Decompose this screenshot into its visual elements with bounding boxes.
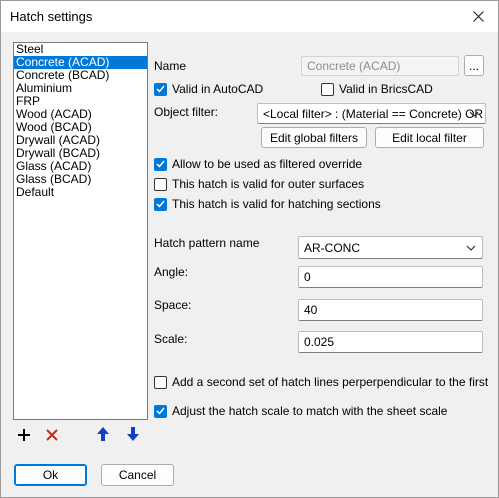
hatch-pattern-select[interactable]: AR-CONC [298, 236, 483, 259]
object-filter-label: Object filter: [154, 105, 219, 119]
scale-input[interactable]: 0.025 [298, 331, 483, 353]
list-item[interactable]: Default [14, 186, 147, 199]
scale-label: Scale: [154, 332, 188, 346]
checkmark-icon [156, 85, 165, 93]
move-up-button[interactable] [94, 425, 112, 443]
checkbox-box [154, 197, 167, 211]
plus-icon [18, 429, 30, 441]
hatch-pattern-label: Hatch pattern name [154, 236, 260, 250]
checkmark-icon [156, 407, 165, 415]
second-set-checkbox[interactable]: Add a second set of hatch lines perperpe… [154, 375, 488, 389]
cancel-button[interactable]: Cancel [101, 464, 174, 486]
checkbox-box [154, 404, 167, 418]
delete-hatch-button[interactable] [43, 426, 61, 444]
space-input[interactable]: 40 [298, 299, 483, 321]
object-filter-value: <Local filter> : (Material == Concrete) … [263, 106, 484, 121]
checkbox-box [154, 82, 167, 96]
sheet-scale-label: Adjust the hatch scale to match with the… [172, 404, 448, 418]
angle-input[interactable]: 0 [298, 266, 483, 288]
name-field[interactable]: Concrete (ACAD) [301, 56, 459, 76]
object-filter-select[interactable]: <Local filter> : (Material == Concrete) … [257, 103, 486, 124]
hatch-pattern-value: AR-CONC [304, 240, 360, 255]
edit-local-filter-button[interactable]: Edit local filter [375, 127, 484, 148]
title-bar: Hatch settings [1, 1, 498, 32]
close-icon [472, 11, 484, 22]
name-label: Name [154, 59, 187, 73]
valid-bricscad-checkbox[interactable]: Valid in BricsCAD [321, 82, 433, 96]
filtered-override-checkbox[interactable]: Allow to be used as filtered override [154, 157, 362, 171]
add-hatch-button[interactable] [15, 426, 33, 444]
window-title: Hatch settings [10, 9, 93, 24]
arrow-down-icon [127, 427, 139, 441]
second-set-label: Add a second set of hatch lines perperpe… [172, 375, 489, 389]
close-button[interactable] [458, 1, 498, 32]
chevron-down-icon [466, 245, 476, 251]
valid-autocad-label: Valid in AutoCAD [172, 82, 264, 96]
checkbox-box [321, 82, 334, 96]
angle-label: Angle: [154, 265, 189, 279]
outer-surfaces-checkbox[interactable]: This hatch is valid for outer surfaces [154, 177, 364, 191]
filtered-override-label: Allow to be used as filtered override [172, 157, 363, 171]
checkmark-icon [156, 200, 165, 208]
checkmark-icon [156, 160, 165, 168]
valid-bricscad-label: Valid in BricsCAD [339, 82, 433, 96]
space-label: Space: [154, 298, 192, 312]
valid-autocad-checkbox[interactable]: Valid in AutoCAD [154, 82, 263, 96]
ok-button[interactable]: Ok [14, 464, 87, 486]
arrow-up-icon [97, 427, 109, 441]
checkbox-box [154, 177, 167, 191]
delete-icon [46, 429, 58, 441]
name-browse-button[interactable]: ... [464, 55, 484, 76]
checkbox-box [154, 375, 167, 389]
sheet-scale-checkbox[interactable]: Adjust the hatch scale to match with the… [154, 404, 447, 418]
move-down-button[interactable] [124, 425, 142, 443]
hatch-settings-dialog: Hatch settings Steel Concrete (ACAD) Concr… [0, 0, 499, 498]
hatching-sections-checkbox[interactable]: This hatch is valid for hatching section… [154, 197, 381, 211]
hatching-sections-label: This hatch is valid for hatching section… [172, 197, 381, 211]
checkbox-box [154, 157, 167, 171]
hatch-list[interactable]: Steel Concrete (ACAD) Concrete (BCAD) Alumi… [13, 42, 148, 420]
chevron-down-icon [469, 111, 479, 117]
edit-global-filters-button[interactable]: Edit global filters [261, 127, 367, 148]
outer-surfaces-label: This hatch is valid for outer surfaces [172, 177, 365, 191]
